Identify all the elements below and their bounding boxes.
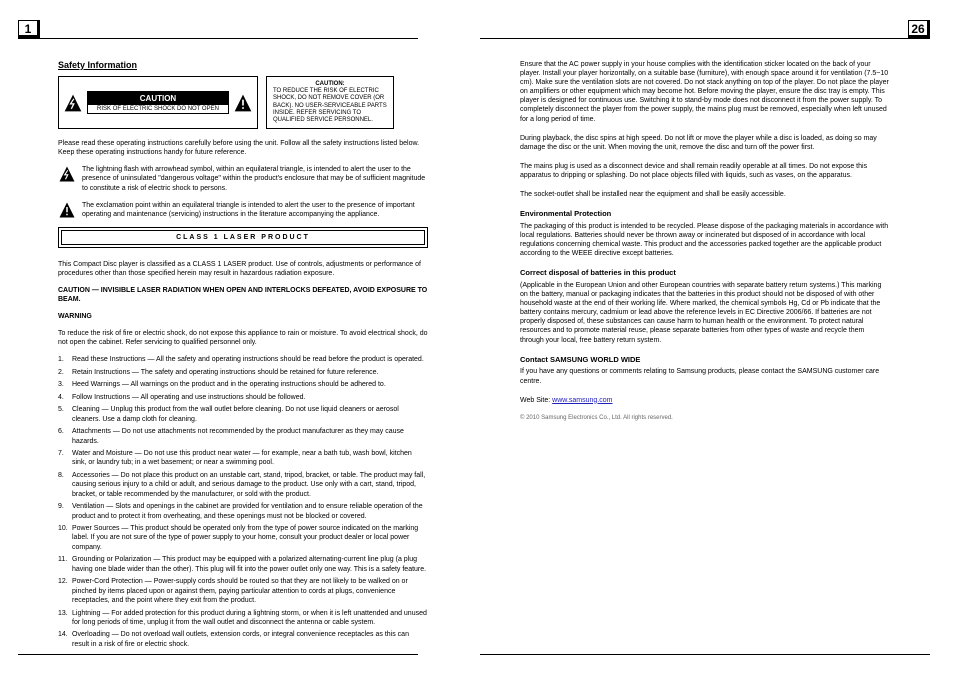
instruction-number: 12.: [58, 577, 72, 605]
excl-explain-text: The exclamation point within an equilate…: [82, 201, 428, 219]
caution-inner: CAUTION RISK OF ELECTRIC SHOCK DO NOT OP…: [87, 91, 229, 114]
right-content: Ensure that the AC power supply in your …: [520, 60, 890, 432]
instruction-item: 9.Ventilation — Slots and openings in th…: [58, 502, 428, 521]
instruction-item: 1.Read these Instructions — All the safe…: [58, 355, 428, 364]
instruction-text: Power-Cord Protection — Power-supply cor…: [72, 577, 428, 605]
page-number-right: 26: [908, 20, 930, 38]
instruction-text: Follow Instructions — All operating and …: [72, 393, 428, 402]
caution-label-black: CAUTION: [88, 92, 228, 105]
exclamation-triangle-icon: [58, 201, 76, 219]
right-p3: The mains plug is used as a disconnect d…: [520, 162, 890, 180]
instruction-number: 13.: [58, 609, 72, 628]
right-p2: During playback, the disc spins at high …: [520, 134, 890, 152]
rule-bottom-left: [18, 654, 418, 655]
class1-paragraph: This Compact Disc player is classified a…: [58, 260, 428, 278]
instruction-number: 9.: [58, 502, 72, 521]
instruction-item: 12.Power-Cord Protection — Power-supply …: [58, 577, 428, 605]
instruction-text: Lightning — For added protection for thi…: [72, 609, 428, 628]
rule-top-right: [480, 38, 930, 39]
caution-box-main: CAUTION RISK OF ELECTRIC SHOCK DO NOT OP…: [58, 76, 258, 129]
caution-row: CAUTION RISK OF ELECTRIC SHOCK DO NOT OP…: [58, 76, 428, 129]
instruction-number: 7.: [58, 449, 72, 468]
instruction-item: 10.Power Sources — This product should b…: [58, 524, 428, 552]
contact-title: Contact SAMSUNG WORLD WIDE: [520, 355, 890, 365]
page-right: 26 Ensure that the AC power supply in yo…: [480, 20, 930, 655]
instruction-text: Ventilation — Slots and openings in the …: [72, 502, 428, 521]
website-link[interactable]: www.samsung.com: [552, 397, 612, 404]
instruction-text: Attachments — Do not use attachments not…: [72, 427, 428, 446]
left-content: Safety Information CAUTION RISK OF ELECT…: [58, 60, 428, 652]
warning-title: WARNING: [58, 312, 428, 321]
instruction-number: 1.: [58, 355, 72, 364]
instruction-text: Accessories — Do not place this product …: [72, 471, 428, 499]
instruction-text: Water and Moisture — Do not use this pro…: [72, 449, 428, 468]
instruction-text: Cleaning — Unplug this product from the …: [72, 405, 428, 424]
bolt-triangle-icon: [63, 93, 83, 113]
warning-text: To reduce the risk of fire or electric s…: [58, 329, 428, 347]
instruction-text: Power Sources — This product should be o…: [72, 524, 428, 552]
instruction-number: 10.: [58, 524, 72, 552]
contact-text: If you have any questions or comments re…: [520, 367, 890, 385]
instruction-number: 3.: [58, 380, 72, 389]
bolt-triangle-icon: [58, 165, 76, 183]
website-row: Web Site: www.samsung.com: [520, 396, 890, 405]
right-p1: Ensure that the AC power supply in your …: [520, 60, 890, 124]
instruction-item: 8.Accessories — Do not place this produc…: [58, 471, 428, 499]
website-label: Web Site:: [520, 397, 550, 404]
battery-title: Correct disposal of batteries in this pr…: [520, 268, 890, 278]
page-number-left: 1: [18, 20, 40, 38]
battery-text: (Applicable in the European Union and ot…: [520, 281, 890, 345]
copyright: © 2010 Samsung Electronics Co., Ltd. All…: [520, 415, 890, 423]
rule-bottom-right: [480, 654, 930, 655]
rule-top-left: [18, 38, 418, 39]
instruction-item: 6.Attachments — Do not use attachments n…: [58, 427, 428, 446]
instruction-item: 5.Cleaning — Unplug this product from th…: [58, 405, 428, 424]
caution-label-white: RISK OF ELECTRIC SHOCK DO NOT OPEN: [88, 105, 228, 113]
instruction-item: 14.Overloading — Do not overload wall ou…: [58, 630, 428, 649]
instruction-number: 11.: [58, 555, 72, 574]
instruction-number: 5.: [58, 405, 72, 424]
intro-paragraph: Please read these operating instructions…: [58, 139, 428, 157]
instruction-item: 3.Heed Warnings — All warnings on the pr…: [58, 380, 428, 389]
instruction-text: Retain Instructions — The safety and ope…: [72, 368, 428, 377]
laser-caution: CAUTION — INVISIBLE LASER RADIATION WHEN…: [58, 286, 428, 304]
instruction-text: Overloading — Do not overload wall outle…: [72, 630, 428, 649]
env-text: The packaging of this product is intende…: [520, 222, 890, 258]
instruction-number: 6.: [58, 427, 72, 446]
page-left: 1 Safety Information CAUTION RISK OF ELE…: [18, 20, 468, 655]
instruction-item: 4.Follow Instructions — All operating an…: [58, 393, 428, 402]
instruction-number: 14.: [58, 630, 72, 649]
exclamation-triangle-icon: [233, 93, 253, 113]
instruction-item: 11.Grounding or Polarization — This prod…: [58, 555, 428, 574]
instruction-item: 13.Lightning — For added protection for …: [58, 609, 428, 628]
instruction-number: 8.: [58, 471, 72, 499]
safety-title: Safety Information: [58, 60, 428, 70]
instruction-number: 4.: [58, 393, 72, 402]
bolt-explain-row: The lightning flash with arrowhead symbo…: [58, 165, 428, 192]
caution2-body: TO REDUCE THE RISK OF ELECTRIC SHOCK, DO…: [273, 88, 387, 124]
instruction-text: Grounding or Polarization — This product…: [72, 555, 428, 574]
instruction-item: 2.Retain Instructions — The safety and o…: [58, 368, 428, 377]
instruction-text: Heed Warnings — All warnings on the prod…: [72, 380, 428, 389]
instruction-number: 2.: [58, 368, 72, 377]
class1-laser-box: CLASS 1 LASER PRODUCT: [58, 227, 428, 248]
caution-box-text: CAUTION: TO REDUCE THE RISK OF ELECTRIC …: [266, 76, 394, 129]
excl-explain-row: The exclamation point within an equilate…: [58, 201, 428, 219]
bolt-explain-text: The lightning flash with arrowhead symbo…: [82, 165, 428, 192]
caution2-title: CAUTION:: [273, 81, 387, 88]
instruction-list: 1.Read these Instructions — All the safe…: [58, 355, 428, 649]
right-p4: The socket-outlet shall be installed nea…: [520, 190, 890, 199]
instruction-text: Read these Instructions — All the safety…: [72, 355, 428, 364]
env-title: Environmental Protection: [520, 209, 890, 219]
instruction-item: 7.Water and Moisture — Do not use this p…: [58, 449, 428, 468]
